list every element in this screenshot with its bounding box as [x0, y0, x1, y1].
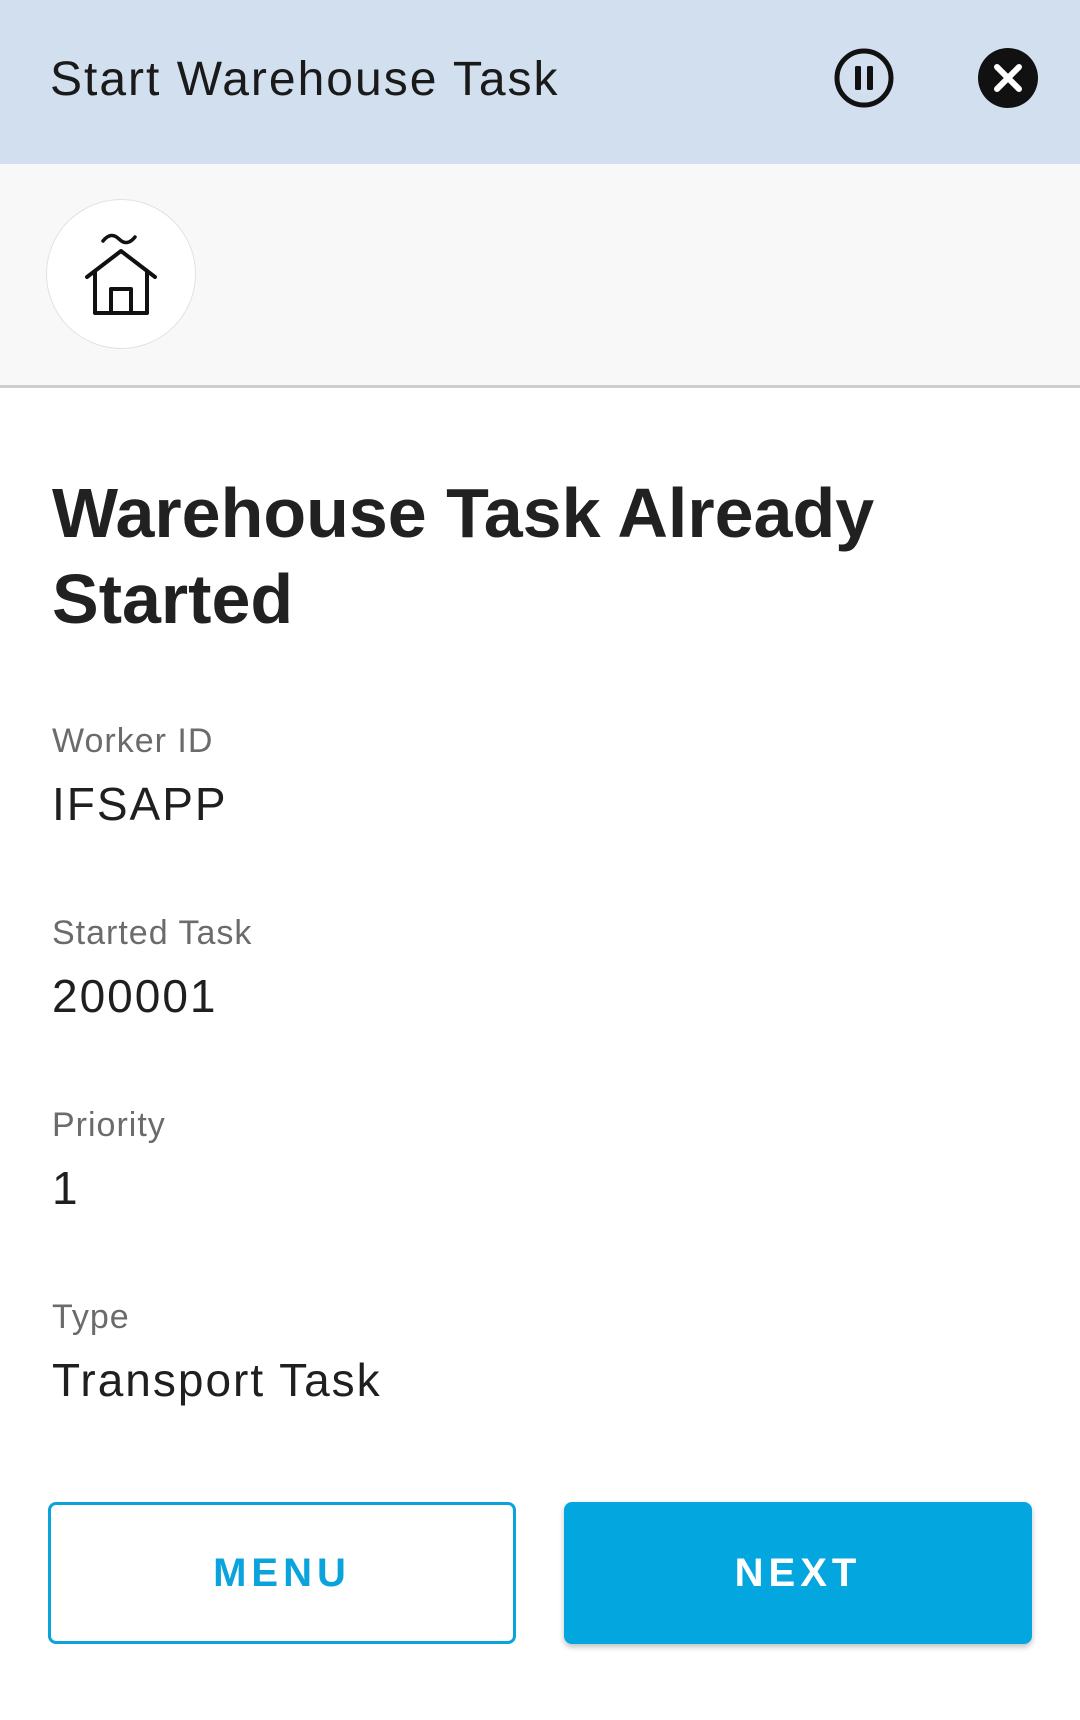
pause-button[interactable] — [830, 44, 898, 112]
field-value: IFSAPP — [52, 778, 228, 830]
menu-button[interactable]: MENU — [48, 1502, 516, 1644]
started-task-field: Started Task 200001 — [52, 912, 952, 1024]
field-value: 200001 — [52, 970, 218, 1022]
field-value: Transport Task — [52, 1354, 382, 1406]
field-label: Worker ID — [52, 722, 214, 760]
next-button[interactable]: NEXT — [564, 1502, 1032, 1644]
toolbar — [0, 164, 1080, 388]
page-title: Warehouse Task Already Started — [52, 474, 875, 638]
field-label: Priority — [52, 1106, 166, 1144]
priority-field: Priority 1 — [52, 1104, 952, 1216]
header-bar: Start Warehouse Task — [0, 0, 1080, 164]
close-circle-icon — [978, 48, 1038, 108]
home-button[interactable] — [46, 199, 196, 349]
type-field: Type Transport Task — [52, 1296, 952, 1408]
field-label: Started Task — [52, 914, 253, 952]
warehouse-home-icon — [85, 233, 157, 315]
field-value: 1 — [52, 1162, 80, 1214]
field-label: Type — [52, 1298, 130, 1336]
worker-id-field: Worker ID IFSAPP — [52, 720, 952, 832]
close-button[interactable] — [974, 44, 1042, 112]
pause-circle-icon — [834, 48, 894, 108]
header-title: Start Warehouse Task — [50, 53, 560, 106]
app-screen: Start Warehouse Task Warehouse Task Alre… — [0, 0, 1080, 1720]
